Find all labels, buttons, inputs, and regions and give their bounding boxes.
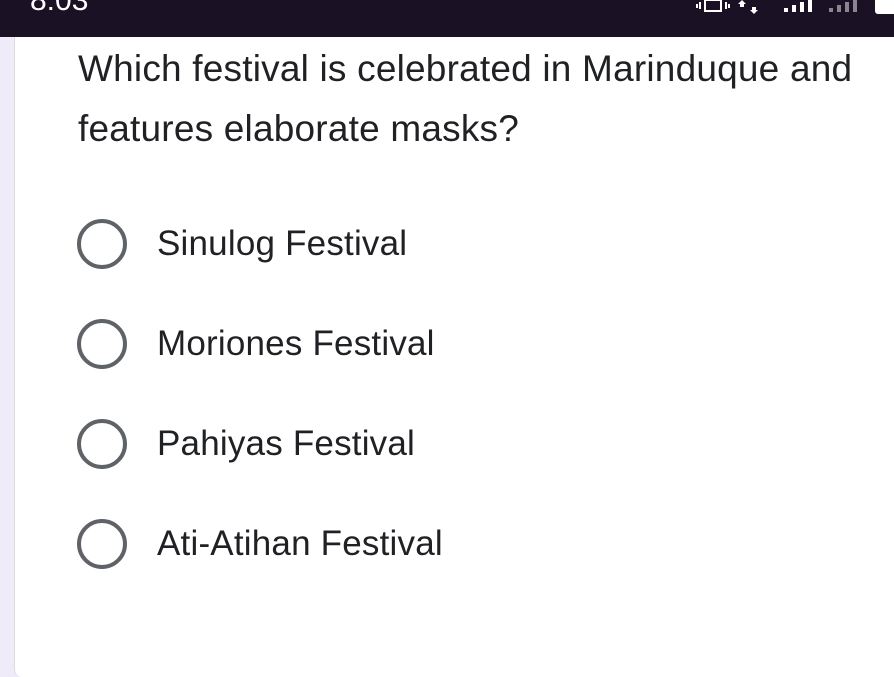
radio-button[interactable] (77, 419, 127, 469)
question-title: Which festival is celebrated in Marinduq… (78, 48, 853, 149)
status-bar: 8:03 (0, 0, 894, 37)
option-label: Ati-Atihan Festival (157, 524, 443, 563)
option-label: Moriones Festival (157, 324, 435, 363)
signal-icon (784, 0, 812, 12)
option-label: Sinulog Festival (157, 224, 408, 263)
battery-icon (875, 0, 894, 14)
radio-button[interactable] (77, 319, 127, 369)
vibrate-icon (696, 0, 730, 12)
radio-button[interactable] (77, 219, 127, 269)
option-sinulog[interactable]: Sinulog Festival (77, 214, 677, 274)
status-time: 8:03 (30, 0, 89, 17)
data-transfer-icon (738, 0, 758, 14)
option-label: Pahiyas Festival (157, 424, 416, 463)
radio-button[interactable] (77, 519, 127, 569)
question-card: Which festival is celebrated in Marinduq… (14, 37, 894, 677)
option-ati-atihan[interactable]: Ati-Atihan Festival (77, 514, 677, 574)
option-moriones[interactable]: Moriones Festival (77, 314, 677, 374)
option-pahiyas[interactable]: Pahiyas Festival (77, 414, 677, 474)
signal-icon-secondary (829, 0, 857, 12)
